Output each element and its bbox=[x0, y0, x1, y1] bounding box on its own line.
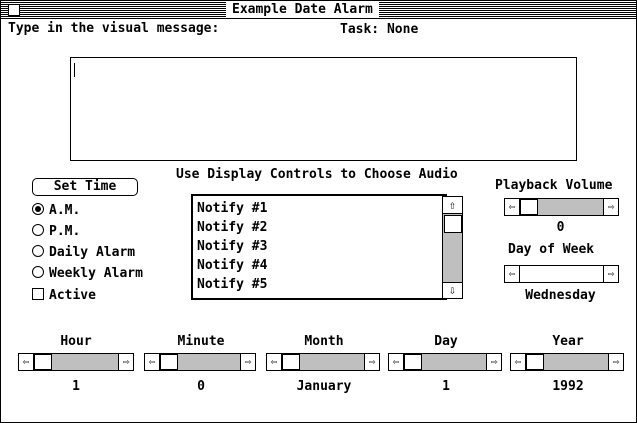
right-arrow-icon[interactable]: ⇨ bbox=[364, 354, 379, 370]
radio-icon bbox=[32, 224, 44, 236]
visual-message-input[interactable] bbox=[70, 57, 577, 161]
radio-icon bbox=[32, 245, 44, 257]
radio-weekly-alarm[interactable]: Weekly Alarm bbox=[32, 266, 172, 282]
audio-list[interactable]: Notify #1 Notify #2 Notify #3 Notify #4 … bbox=[191, 194, 447, 300]
list-item[interactable]: Notify #2 bbox=[197, 218, 267, 238]
day-value: 1 bbox=[442, 379, 450, 394]
right-arrow-icon[interactable]: ⇨ bbox=[608, 354, 623, 370]
right-arrow-icon[interactable]: ⇨ bbox=[118, 354, 133, 370]
right-arrow-icon[interactable]: ⇨ bbox=[603, 266, 618, 282]
month-slider[interactable]: ⇦ ⇨ bbox=[266, 353, 380, 371]
playback-volume-value: 0 bbox=[556, 220, 565, 235]
year-value: 1992 bbox=[552, 379, 584, 394]
slider-thumb[interactable] bbox=[520, 199, 538, 215]
left-arrow-icon[interactable]: ⇦ bbox=[505, 266, 520, 282]
radio-selected-icon bbox=[32, 203, 44, 215]
radio-label: Weekly Alarm bbox=[49, 266, 143, 281]
radio-pm[interactable]: P.M. bbox=[32, 224, 172, 240]
left-arrow-icon[interactable]: ⇦ bbox=[19, 354, 34, 370]
list-item[interactable]: Notify #5 bbox=[197, 275, 267, 295]
left-arrow-icon[interactable]: ⇦ bbox=[511, 354, 526, 370]
list-item[interactable]: Notify #1 bbox=[197, 199, 267, 219]
radio-daily-alarm[interactable]: Daily Alarm bbox=[32, 245, 172, 261]
right-arrow-icon[interactable]: ⇨ bbox=[240, 354, 255, 370]
checkbox-icon bbox=[32, 288, 44, 300]
right-arrow-icon[interactable]: ⇨ bbox=[486, 354, 501, 370]
right-arrow-icon[interactable]: ⇨ bbox=[603, 199, 618, 215]
playback-volume-label: Playback Volume bbox=[495, 178, 613, 193]
minute-label: Minute bbox=[177, 334, 225, 349]
month-value: January bbox=[296, 379, 352, 394]
year-label: Year bbox=[552, 334, 584, 349]
window-title: Example Date Alarm bbox=[226, 2, 379, 17]
left-arrow-icon[interactable]: ⇦ bbox=[267, 354, 282, 370]
radio-label: P.M. bbox=[49, 224, 81, 239]
text-caret bbox=[74, 63, 75, 77]
hour-slider[interactable]: ⇦ ⇨ bbox=[18, 353, 134, 371]
hour-value: 1 bbox=[72, 379, 80, 394]
slider-thumb[interactable] bbox=[282, 354, 300, 370]
left-arrow-icon[interactable]: ⇦ bbox=[145, 354, 160, 370]
radio-icon bbox=[32, 266, 44, 278]
slider-track[interactable] bbox=[520, 266, 603, 282]
left-arrow-icon[interactable]: ⇦ bbox=[389, 354, 404, 370]
radio-label: A.M. bbox=[49, 203, 81, 218]
day-of-week-slider[interactable]: ⇦ ⇨ bbox=[504, 265, 619, 283]
slider-thumb[interactable] bbox=[34, 354, 52, 370]
audio-label: Use Display Controls to Choose Audio bbox=[176, 167, 458, 182]
up-arrow-icon[interactable]: ⇧ bbox=[443, 197, 462, 214]
date-alarm-window: Example Date Alarm Type in the visual me… bbox=[0, 0, 637, 423]
minute-slider[interactable]: ⇦ ⇨ bbox=[144, 353, 256, 371]
scroll-thumb[interactable] bbox=[444, 215, 462, 233]
month-label: Month bbox=[304, 334, 344, 349]
radio-label: Daily Alarm bbox=[49, 245, 136, 260]
list-item[interactable]: Notify #4 bbox=[197, 256, 267, 276]
task-status: Task: None bbox=[340, 22, 419, 37]
active-checkbox[interactable]: Active bbox=[32, 288, 96, 304]
message-label: Type in the visual message: bbox=[8, 21, 220, 36]
slider-thumb[interactable] bbox=[404, 354, 422, 370]
slider-thumb[interactable] bbox=[160, 354, 178, 370]
day-of-week-label: Day of Week bbox=[508, 242, 595, 257]
radio-am[interactable]: A.M. bbox=[32, 203, 172, 219]
down-arrow-icon[interactable]: ⇩ bbox=[443, 282, 462, 298]
slider-thumb[interactable] bbox=[526, 354, 544, 370]
playback-volume-slider[interactable]: ⇦ ⇨ bbox=[504, 198, 619, 216]
hour-label: Hour bbox=[60, 334, 92, 349]
year-slider[interactable]: ⇦ ⇨ bbox=[510, 353, 624, 371]
day-label: Day bbox=[434, 334, 458, 349]
close-box-icon[interactable] bbox=[8, 4, 20, 16]
audio-list-scrollbar[interactable]: ⇧ ⇩ bbox=[442, 196, 463, 299]
day-of-week-value: Wednesday bbox=[525, 288, 596, 303]
minute-value: 0 bbox=[197, 379, 205, 394]
title-bar[interactable]: Example Date Alarm bbox=[1, 1, 636, 19]
set-time-button[interactable]: Set Time bbox=[32, 178, 138, 196]
list-item[interactable]: Notify #3 bbox=[197, 237, 267, 257]
day-slider[interactable]: ⇦ ⇨ bbox=[388, 353, 502, 371]
checkbox-label: Active bbox=[49, 288, 96, 303]
left-arrow-icon[interactable]: ⇦ bbox=[505, 199, 520, 215]
